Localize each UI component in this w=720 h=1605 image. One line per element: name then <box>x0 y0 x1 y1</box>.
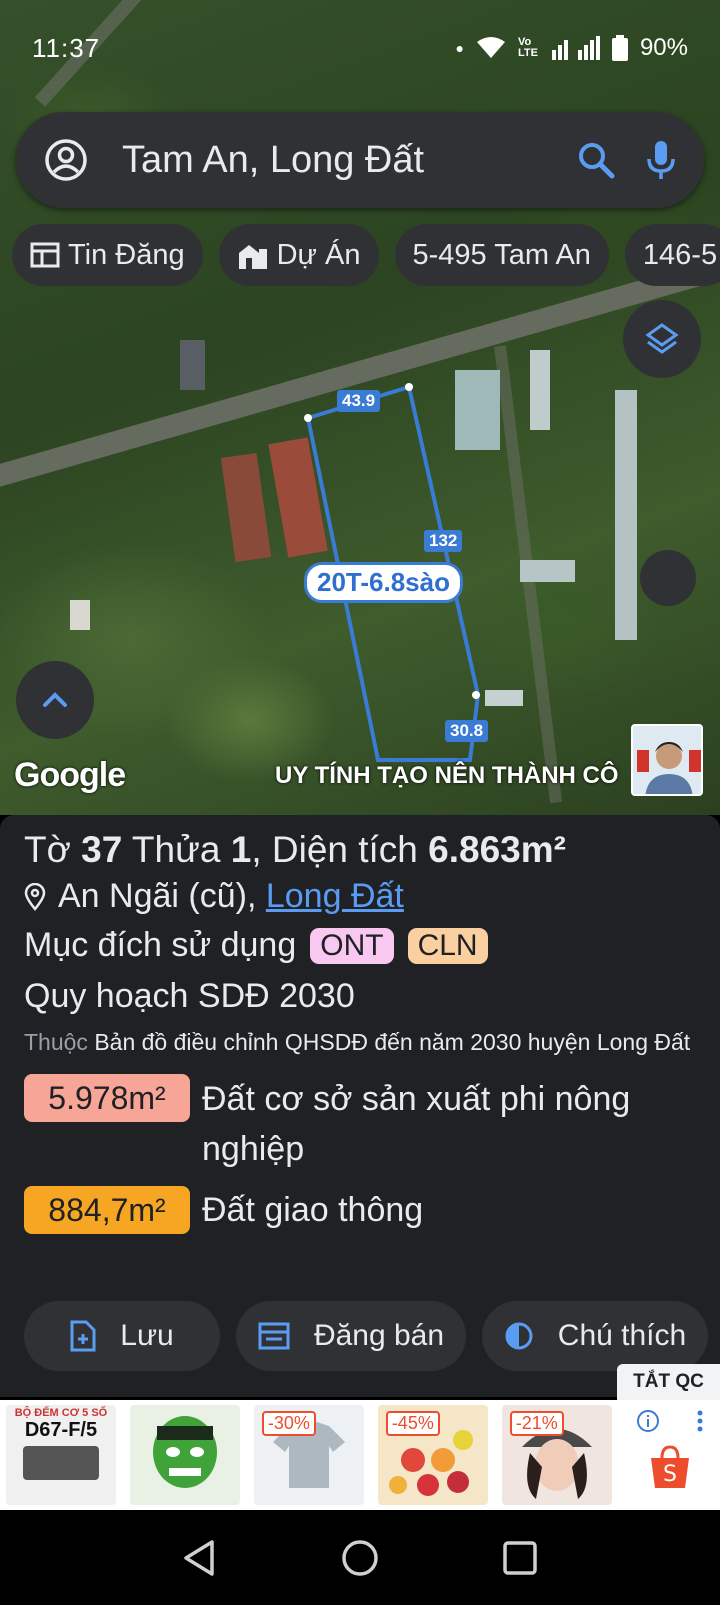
area-description: Đất giao thông <box>202 1191 424 1229</box>
filter-chips: Tin Đăng Dự Án 5-495 Tam An 146-5 <box>12 224 720 286</box>
map-overlay-text: UY TÍNH TẠO NÊN THÀNH CÔ <box>275 762 619 789</box>
ad-item-caption: BỘ ĐẾM CƠ 5 SỐ <box>14 1407 108 1419</box>
more-options-icon[interactable] <box>696 1409 704 1433</box>
parcel-location: An Ngãi (cũ), Long Đất <box>24 877 696 916</box>
system-nav-bar <box>0 1510 720 1605</box>
signal-icon <box>551 36 600 60</box>
microphone-icon[interactable] <box>646 139 676 181</box>
action-buttons: Lưu Đăng bán Chú thích <box>24 1301 708 1371</box>
area-row: 5.978m² Đất cơ sở sản xuất phi nông nghi… <box>24 1074 696 1174</box>
title-sheet-label: Tờ <box>24 829 82 870</box>
google-logo: Google <box>14 756 126 794</box>
parcel-area: 6.863m² <box>428 829 566 870</box>
plot-name-label[interactable]: 20T-6.8sào <box>304 562 463 603</box>
plot-edge-top-label: 43.9 <box>337 390 381 412</box>
source-text: Bản đồ điều chỉnh QHSDĐ đến năm 2030 huy… <box>94 1029 691 1055</box>
legend-label: Chú thích <box>557 1319 687 1352</box>
chip-label: 146-5 <box>642 238 718 271</box>
info-icon[interactable] <box>636 1409 660 1433</box>
chip-location-1[interactable]: 5-495 Tam An <box>394 224 609 286</box>
ad-item-shopee[interactable]: S <box>625 1405 715 1505</box>
account-icon[interactable] <box>44 138 88 182</box>
search-icon[interactable] <box>576 140 616 180</box>
listing-icon <box>30 242 60 268</box>
listing-icon <box>258 1322 290 1350</box>
wifi-icon <box>476 37 505 58</box>
ad-item-hat[interactable]: -21% <box>501 1405 612 1505</box>
building-icon <box>238 245 267 269</box>
location-district-link[interactable]: Long Đất <box>266 877 404 915</box>
chip-label: 5-495 Tam An <box>412 238 591 271</box>
status-time: 11:37 <box>32 32 101 63</box>
purpose-badge-cln: CLN <box>407 927 488 964</box>
seller-avatar[interactable] <box>631 724 703 796</box>
save-doc-icon <box>70 1320 96 1352</box>
source-prefix: Thuộc <box>24 1029 88 1055</box>
back-icon[interactable] <box>180 1538 220 1578</box>
purpose-badge-ont: ONT <box>310 927 394 964</box>
battery-level: 90% <box>639 34 688 61</box>
purpose-label: Mục đích sử dụng <box>24 926 297 964</box>
save-button[interactable]: Lưu <box>24 1301 220 1371</box>
parcel-number: 1 <box>230 829 252 870</box>
chip-tin-dang[interactable]: Tin Đăng <box>12 224 203 286</box>
counter-device-image <box>22 1446 99 1480</box>
plot-edge-bottom-label: 30.8 <box>445 720 489 742</box>
ad-item-model: D67-F/5 <box>24 1419 98 1441</box>
ad-banner[interactable]: BỘ ĐẾM CƠ 5 SỐ D67-F/5 -30% -45% -21% S <box>0 1400 720 1510</box>
area-value-badge: 5.978m² <box>24 1074 190 1122</box>
status-bar: 11:37 ● Vo LTE 90% <box>0 0 720 96</box>
save-label: Lưu <box>120 1319 174 1352</box>
parcel-title: Tờ 37 Thửa 1, Diện tích 6.863m² <box>24 829 696 871</box>
ad-item-fruit[interactable]: -45% <box>377 1405 488 1505</box>
area-row: 884,7m² Đất giao thông <box>24 1186 696 1234</box>
chevron-up-icon <box>43 692 67 707</box>
person-photo-icon <box>633 726 701 794</box>
plan-title: Quy hoạch SDĐ 2030 <box>24 977 355 1015</box>
location-pin-icon <box>24 882 46 911</box>
discount-badge: -21% <box>509 1411 564 1436</box>
ad-item-toy[interactable] <box>129 1405 240 1505</box>
notification-dot-icon: ● <box>455 40 464 56</box>
close-ad-button[interactable]: TẮT QC <box>617 1364 720 1400</box>
sheet-number: 37 <box>81 829 123 870</box>
chip-label: Tin Đăng <box>68 238 185 271</box>
search-input[interactable]: Tam An, Long Đất <box>122 139 576 182</box>
discount-badge: -30% <box>261 1411 316 1436</box>
battery-icon <box>611 35 628 61</box>
map-side-button[interactable] <box>640 550 696 606</box>
expand-panel-button[interactable] <box>16 661 94 739</box>
legend-button[interactable]: Chú thích <box>482 1301 708 1371</box>
status-icons: ● Vo LTE 90% <box>455 34 688 62</box>
location-commune: An Ngãi (cũ), <box>58 877 266 915</box>
title-area-label: , Diện tích <box>251 829 429 870</box>
ad-item-counter[interactable]: BỘ ĐẾM CƠ 5 SỐ D67-F/5 <box>6 1405 116 1505</box>
discount-badge: -45% <box>385 1411 440 1436</box>
land-use-purpose: Mục đích sử dụng ONT CLN <box>24 926 696 965</box>
svg-text:S: S <box>663 1462 677 1487</box>
chip-location-2[interactable]: 146-5 <box>624 224 720 286</box>
plot-edge-right-label: 132 <box>424 530 463 552</box>
recents-icon[interactable] <box>500 1538 540 1578</box>
layers-button[interactable] <box>623 300 701 378</box>
hulk-toy-icon <box>152 1416 217 1488</box>
area-description: Đất cơ sở sản xuất phi nông nghiệp <box>202 1080 631 1168</box>
chip-label: Dự Án <box>276 238 361 271</box>
shopee-bag-icon: S <box>650 1445 689 1488</box>
post-sale-button[interactable]: Đăng bán <box>236 1301 466 1371</box>
contrast-icon <box>505 1322 533 1350</box>
title-parcel-label: Thửa <box>122 829 231 870</box>
post-sale-label: Đăng bán <box>313 1319 445 1352</box>
ad-item-shirt[interactable]: -30% <box>253 1405 364 1505</box>
plan-source: Thuộc Bản đồ điều chỉnh QHSDĐ đến năm 20… <box>24 1024 696 1060</box>
home-icon[interactable] <box>340 1538 380 1578</box>
chip-du-an[interactable]: Dự Án <box>218 224 379 286</box>
layers-icon <box>645 323 679 354</box>
map-view[interactable]: 43.9 132 30.8 20T-6.8sào 11:37 ● Vo LTE … <box>0 0 720 815</box>
parcel-info-panel: Tờ 37 Thửa 1, Diện tích 6.863m² An Ngãi … <box>0 815 720 1397</box>
area-value-badge: 884,7m² <box>24 1186 190 1234</box>
search-bar[interactable]: Tam An, Long Đất <box>16 112 704 208</box>
volte-icon: Vo LTE <box>517 36 538 59</box>
